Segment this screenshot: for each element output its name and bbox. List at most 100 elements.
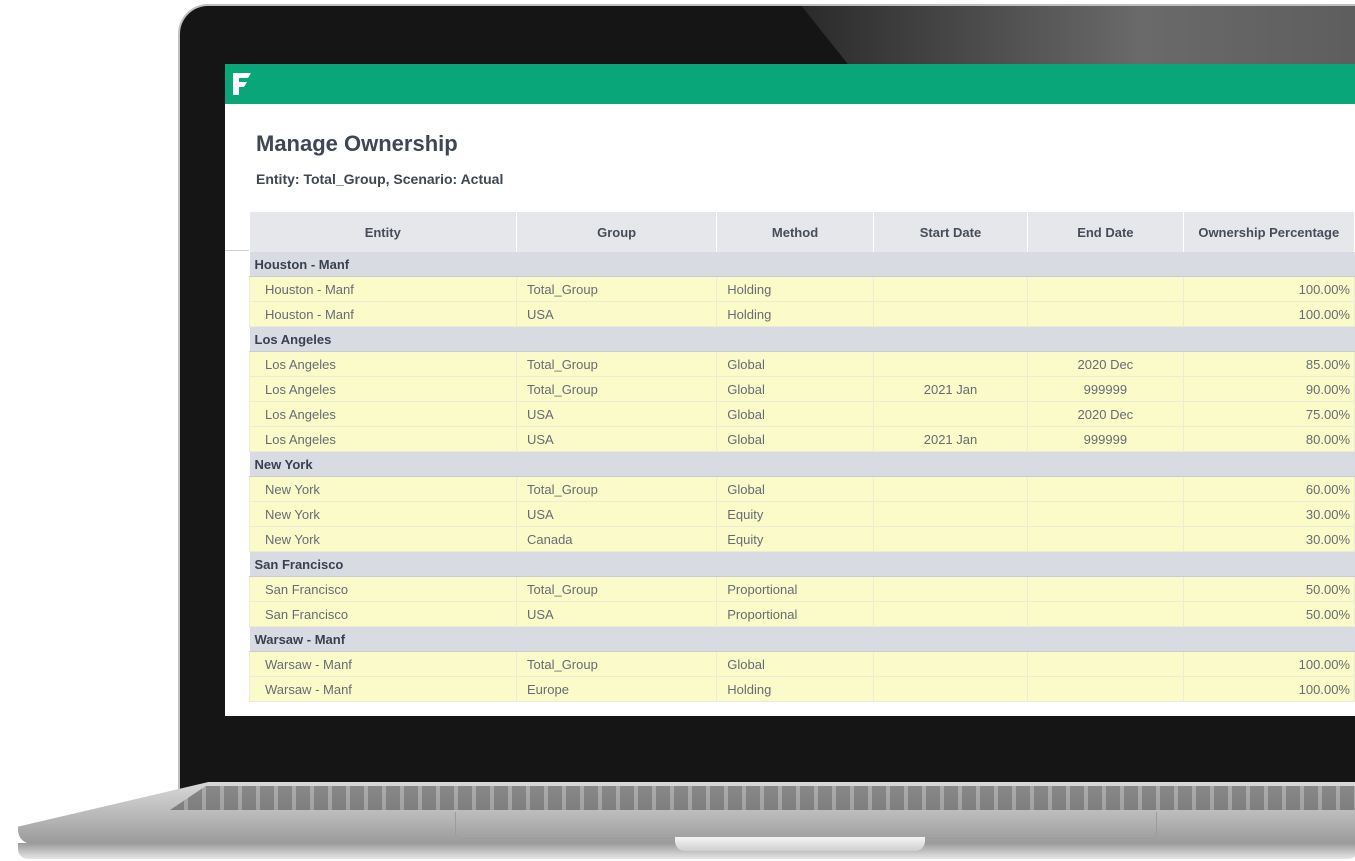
cell-pct[interactable]: 30.00% bbox=[1182, 501, 1355, 527]
cell-group[interactable]: USA bbox=[515, 426, 718, 452]
cell-pct[interactable]: 75.00% bbox=[1182, 401, 1355, 427]
cell-start[interactable] bbox=[872, 276, 1029, 302]
cell-entity[interactable]: New York bbox=[249, 526, 517, 552]
cell-method[interactable]: Global bbox=[716, 351, 874, 377]
cell-group[interactable]: Total_Group bbox=[515, 576, 718, 602]
cell-pct[interactable]: 50.00% bbox=[1182, 601, 1355, 627]
column-header-end-date[interactable]: End Date bbox=[1027, 212, 1184, 252]
cell-end[interactable] bbox=[1027, 601, 1184, 627]
group-row[interactable]: Los Angeles bbox=[249, 326, 1355, 352]
cell-entity[interactable]: San Francisco bbox=[249, 601, 517, 627]
cell-start[interactable] bbox=[872, 301, 1029, 327]
cell-method[interactable]: Global bbox=[716, 651, 874, 677]
cell-end[interactable] bbox=[1027, 501, 1184, 527]
group-row[interactable]: Houston - Manf bbox=[249, 252, 1355, 277]
cell-entity[interactable]: Los Angeles bbox=[249, 351, 517, 377]
cell-entity[interactable]: San Francisco bbox=[249, 576, 517, 602]
cell-start[interactable] bbox=[872, 576, 1029, 602]
cell-start[interactable] bbox=[872, 351, 1029, 377]
cell-end[interactable] bbox=[1027, 576, 1184, 602]
cell-pct[interactable]: 60.00% bbox=[1182, 476, 1355, 502]
cell-end[interactable] bbox=[1027, 651, 1184, 677]
table-row[interactable]: Los Angeles Total_Group Global 2020 Dec 85.0… bbox=[249, 351, 1355, 377]
cell-method[interactable]: Equity bbox=[716, 501, 874, 527]
cell-entity[interactable]: Warsaw - Manf bbox=[249, 651, 517, 677]
cell-pct[interactable]: 90.00% bbox=[1182, 376, 1355, 402]
cell-pct[interactable]: 50.00% bbox=[1182, 576, 1355, 602]
cell-start[interactable]: 2021 Jan bbox=[872, 376, 1029, 402]
cell-start[interactable] bbox=[872, 676, 1029, 702]
cell-group[interactable]: USA bbox=[515, 401, 718, 427]
cell-method[interactable]: Global bbox=[716, 426, 874, 452]
cell-start[interactable] bbox=[872, 401, 1029, 427]
cell-end[interactable] bbox=[1027, 276, 1184, 302]
cell-group[interactable]: Europe bbox=[515, 676, 718, 702]
cell-entity[interactable]: Houston - Manf bbox=[249, 276, 517, 302]
group-row[interactable]: New York bbox=[249, 451, 1355, 477]
cell-group[interactable]: USA bbox=[515, 501, 718, 527]
table-row[interactable]: San Francisco USA Proportional 50.00% bbox=[249, 601, 1355, 627]
cell-group[interactable]: Total_Group bbox=[515, 476, 718, 502]
cell-method[interactable]: Holding bbox=[716, 676, 874, 702]
table-row[interactable]: New York Canada Equity 30.00% bbox=[249, 526, 1355, 552]
cell-entity[interactable]: Los Angeles bbox=[249, 376, 517, 402]
cell-end[interactable] bbox=[1027, 676, 1184, 702]
cell-pct[interactable]: 100.00% bbox=[1182, 301, 1355, 327]
cell-method[interactable]: Global bbox=[716, 401, 874, 427]
cell-group[interactable]: USA bbox=[515, 301, 718, 327]
table-row[interactable]: Los Angeles Total_Group Global 2021 Jan 9999… bbox=[249, 376, 1355, 402]
cell-group[interactable]: USA bbox=[515, 601, 718, 627]
cell-end[interactable] bbox=[1027, 476, 1184, 502]
table-row[interactable]: Los Angeles USA Global 2020 Dec 75.00% bbox=[249, 401, 1355, 427]
cell-pct[interactable]: 100.00% bbox=[1182, 276, 1355, 302]
cell-group[interactable]: Total_Group bbox=[515, 276, 718, 302]
f-logo-icon[interactable] bbox=[231, 71, 253, 97]
cell-entity[interactable]: New York bbox=[249, 476, 517, 502]
cell-pct[interactable]: 85.00% bbox=[1182, 351, 1355, 377]
cell-method[interactable]: Global bbox=[716, 376, 874, 402]
cell-pct[interactable]: 30.00% bbox=[1182, 526, 1355, 552]
cell-entity[interactable]: Warsaw - Manf bbox=[249, 676, 517, 702]
table-row[interactable]: New York Total_Group Global 60.00% bbox=[249, 476, 1355, 502]
cell-end[interactable] bbox=[1027, 301, 1184, 327]
cell-end[interactable]: 2020 Dec bbox=[1027, 351, 1184, 377]
cell-start[interactable] bbox=[872, 526, 1029, 552]
cell-start[interactable] bbox=[872, 651, 1029, 677]
cell-end[interactable]: 999999 bbox=[1027, 426, 1184, 452]
cell-pct[interactable]: 100.00% bbox=[1182, 651, 1355, 677]
cell-entity[interactable]: Los Angeles bbox=[249, 426, 517, 452]
cell-start[interactable]: 2021 Jan bbox=[872, 426, 1029, 452]
table-row[interactable]: Houston - Manf USA Holding 100.00% bbox=[249, 301, 1355, 327]
cell-end[interactable] bbox=[1027, 526, 1184, 552]
column-header-start-date[interactable]: Start Date bbox=[873, 212, 1029, 252]
cell-pct[interactable]: 80.00% bbox=[1182, 426, 1355, 452]
table-row[interactable]: San Francisco Total_Group Proportional 50.0… bbox=[249, 576, 1355, 602]
cell-start[interactable] bbox=[872, 476, 1029, 502]
cell-method[interactable]: Proportional bbox=[716, 601, 874, 627]
cell-method[interactable]: Proportional bbox=[716, 576, 874, 602]
table-row[interactable]: Houston - Manf Total_Group Holding 100.00% bbox=[249, 276, 1355, 302]
cell-method[interactable]: Equity bbox=[716, 526, 874, 552]
cell-end[interactable]: 2020 Dec bbox=[1027, 401, 1184, 427]
cell-method[interactable]: Holding bbox=[716, 276, 874, 302]
cell-method[interactable]: Holding bbox=[716, 301, 874, 327]
column-header-method[interactable]: Method bbox=[716, 212, 874, 252]
cell-entity[interactable]: Los Angeles bbox=[249, 401, 517, 427]
cell-start[interactable] bbox=[872, 601, 1029, 627]
cell-group[interactable]: Canada bbox=[515, 526, 718, 552]
cell-group[interactable]: Total_Group bbox=[515, 376, 718, 402]
table-row[interactable]: Los Angeles USA Global 2021 Jan 999999 80.00% bbox=[249, 426, 1355, 452]
cell-method[interactable]: Global bbox=[716, 476, 874, 502]
column-header-ownership-percentage[interactable]: Ownership Percentage bbox=[1183, 212, 1355, 252]
column-header-entity[interactable]: Entity bbox=[249, 212, 517, 252]
group-row[interactable]: San Francisco bbox=[249, 551, 1355, 577]
cell-pct[interactable]: 100.00% bbox=[1182, 676, 1355, 702]
table-row[interactable]: New York USA Equity 30.00% bbox=[249, 501, 1355, 527]
group-row[interactable]: Warsaw - Manf bbox=[249, 626, 1355, 652]
cell-group[interactable]: Total_Group bbox=[515, 351, 718, 377]
table-row[interactable]: Warsaw - Manf Europe Holding 100.00% bbox=[249, 676, 1355, 702]
cell-end[interactable]: 999999 bbox=[1027, 376, 1184, 402]
cell-entity[interactable]: Houston - Manf bbox=[249, 301, 517, 327]
cell-start[interactable] bbox=[872, 501, 1029, 527]
cell-group[interactable]: Total_Group bbox=[515, 651, 718, 677]
